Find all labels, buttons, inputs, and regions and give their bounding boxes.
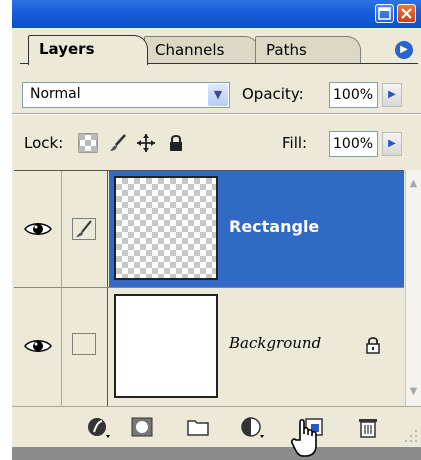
eye-icon [24, 340, 52, 352]
brush-icon [76, 220, 92, 237]
adjustment-layer-icon[interactable] [240, 416, 264, 438]
fill-slider-button[interactable]: ▶ [382, 132, 402, 156]
blend-mode-select[interactable]: Normal ▼ [22, 82, 230, 108]
opacity-label: Opacity: [242, 85, 304, 103]
layer-main[interactable]: Background [109, 288, 404, 406]
triangle-right-icon: ▶ [388, 89, 396, 100]
lock-all-icon[interactable] [166, 133, 186, 153]
layer-thumbnail [114, 176, 218, 280]
trash-icon[interactable] [356, 416, 380, 438]
layer-name[interactable]: Rectangle [229, 217, 319, 236]
add-layer-style-icon[interactable] [86, 416, 110, 438]
layer-main[interactable]: Rectangle [109, 171, 404, 287]
fill-label: Fill: [282, 134, 308, 152]
triangle-right-icon: ▶ [388, 138, 396, 149]
link-toggle[interactable] [62, 171, 108, 287]
link-box [72, 218, 96, 240]
close-icon [401, 8, 412, 19]
tab-paths[interactable]: Paths [255, 36, 361, 64]
layers-palette: Layers Channels Paths ▶ Normal ▼ Opacity… [12, 0, 421, 448]
resize-grip-icon[interactable] [404, 429, 418, 443]
link-toggle[interactable] [62, 288, 108, 406]
layer-thumbnail [114, 294, 218, 398]
lock-image-pixels-icon[interactable] [108, 133, 128, 153]
vertical-scrollbar[interactable]: ▲ ▼ [405, 170, 421, 406]
layer-row-rectangle[interactable]: Rectangle [14, 171, 404, 288]
lock-position-icon[interactable] [136, 133, 156, 153]
blend-row: Normal ▼ Opacity: 100% ▶ [12, 64, 421, 112]
tab-layers[interactable]: Layers [28, 35, 148, 65]
close-button[interactable] [397, 4, 416, 23]
minimize-icon [378, 7, 391, 20]
lock-icon [366, 337, 380, 354]
window-bottom-edge [12, 447, 421, 460]
divider [12, 113, 421, 115]
minimize-button[interactable] [375, 4, 394, 23]
visibility-toggle[interactable] [14, 288, 62, 406]
blend-mode-value: Normal [30, 86, 81, 102]
add-mask-icon[interactable] [130, 416, 154, 438]
palette-menu-button[interactable]: ▶ [395, 41, 413, 59]
lock-row: Lock: Fill: 100% ▶ [12, 117, 421, 167]
new-group-icon[interactable] [186, 416, 210, 438]
lock-transparent-pixels-icon[interactable] [78, 133, 98, 153]
title-bar[interactable] [12, 0, 421, 28]
scroll-down-icon[interactable]: ▼ [406, 384, 421, 400]
chevron-down-icon[interactable]: ▼ [208, 84, 228, 106]
layer-list: Rectangle Background [14, 170, 404, 406]
visibility-toggle[interactable] [14, 171, 62, 287]
eye-icon [24, 223, 52, 235]
scroll-up-icon[interactable]: ▲ [406, 176, 421, 192]
opacity-input[interactable]: 100% [329, 82, 378, 108]
triangle-right-icon: ▶ [400, 44, 408, 55]
tab-bar: Layers Channels Paths ▶ [12, 28, 421, 65]
hand-cursor-icon [291, 418, 317, 457]
opacity-slider-button[interactable]: ▶ [382, 83, 402, 107]
layer-toolbar [12, 406, 421, 448]
link-box [72, 333, 96, 355]
layer-row-background[interactable]: Background [14, 288, 404, 406]
fill-input[interactable]: 100% [329, 131, 378, 157]
tab-channels[interactable]: Channels [144, 36, 259, 64]
lock-label: Lock: [24, 134, 64, 152]
layer-name[interactable]: Background [229, 334, 321, 352]
